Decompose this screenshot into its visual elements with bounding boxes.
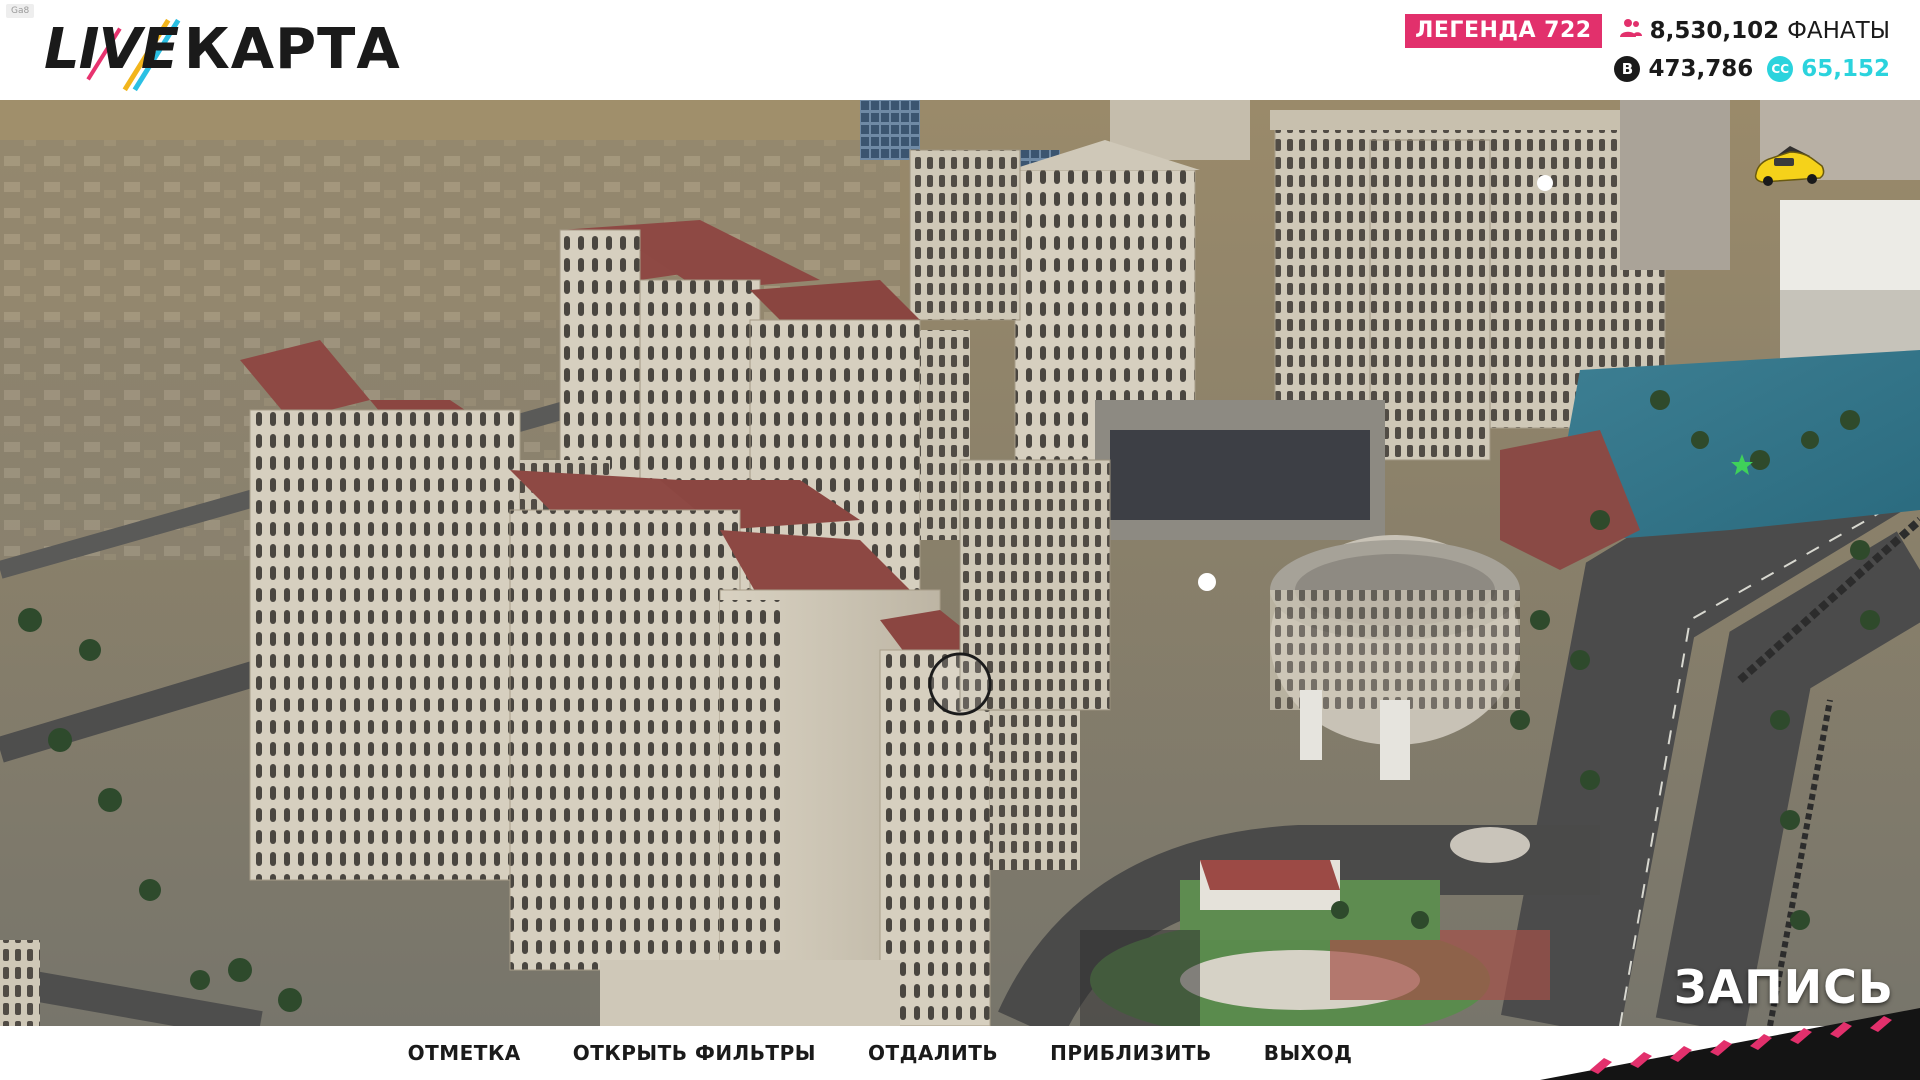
recording-label: ЗАПИСЬ: [1673, 960, 1894, 1014]
crew-credits-value: 65,152: [1801, 56, 1890, 82]
open-filters-button[interactable]: ОТКРЫТЬ ФИЛЬТРЫ: [573, 1041, 816, 1065]
fans-counter: 8,530,102 ФАНАТЫ: [1619, 18, 1890, 44]
cc-coin-icon: CC: [1767, 56, 1794, 82]
build-tag: Ga8: [6, 4, 35, 18]
top-bar: Ga8 LIVE КАРТА ЛЕГЕНДА 722 8,530,102 ФАН…: [0, 0, 1920, 100]
mark-button[interactable]: ОТМЕТКА: [408, 1041, 521, 1065]
logo-part-live: LIVE: [44, 17, 179, 82]
stats-row-bottom: B 473,786 CC 65,152: [1614, 53, 1890, 85]
bucks-coin-icon: B: [1614, 56, 1641, 82]
legend-rank-badge: ЛЕГЕНДА 722: [1405, 14, 1602, 48]
fans-value: 8,530,102: [1649, 18, 1780, 44]
circle-cursor-icon: [928, 652, 992, 716]
zoom-in-button[interactable]: ПРИБЛИЗИТЬ: [1050, 1041, 1212, 1065]
logo-part-map: КАРТА: [184, 17, 401, 82]
exit-button[interactable]: ВЫХОД: [1264, 1041, 1353, 1065]
map-viewport[interactable]: [0, 100, 1920, 1026]
waypoint-white-dot[interactable]: [1198, 573, 1216, 591]
bucks-value: 473,786: [1648, 56, 1754, 82]
people-icon: [1619, 18, 1642, 44]
waypoint-white-dot[interactable]: [1537, 175, 1553, 191]
zoom-out-button[interactable]: ОТДАЛИТЬ: [868, 1041, 998, 1065]
stats-row-top: ЛЕГЕНДА 722 8,530,102 ФАНАТЫ: [1405, 13, 1890, 49]
crew-credits-counter: CC 65,152: [1767, 56, 1890, 82]
bucks-counter: B 473,786: [1614, 56, 1753, 82]
livemap-logo: LIVE КАРТА: [42, 16, 400, 92]
fans-label: ФАНАТЫ: [1787, 18, 1890, 44]
city-scene: [0, 100, 1920, 1026]
